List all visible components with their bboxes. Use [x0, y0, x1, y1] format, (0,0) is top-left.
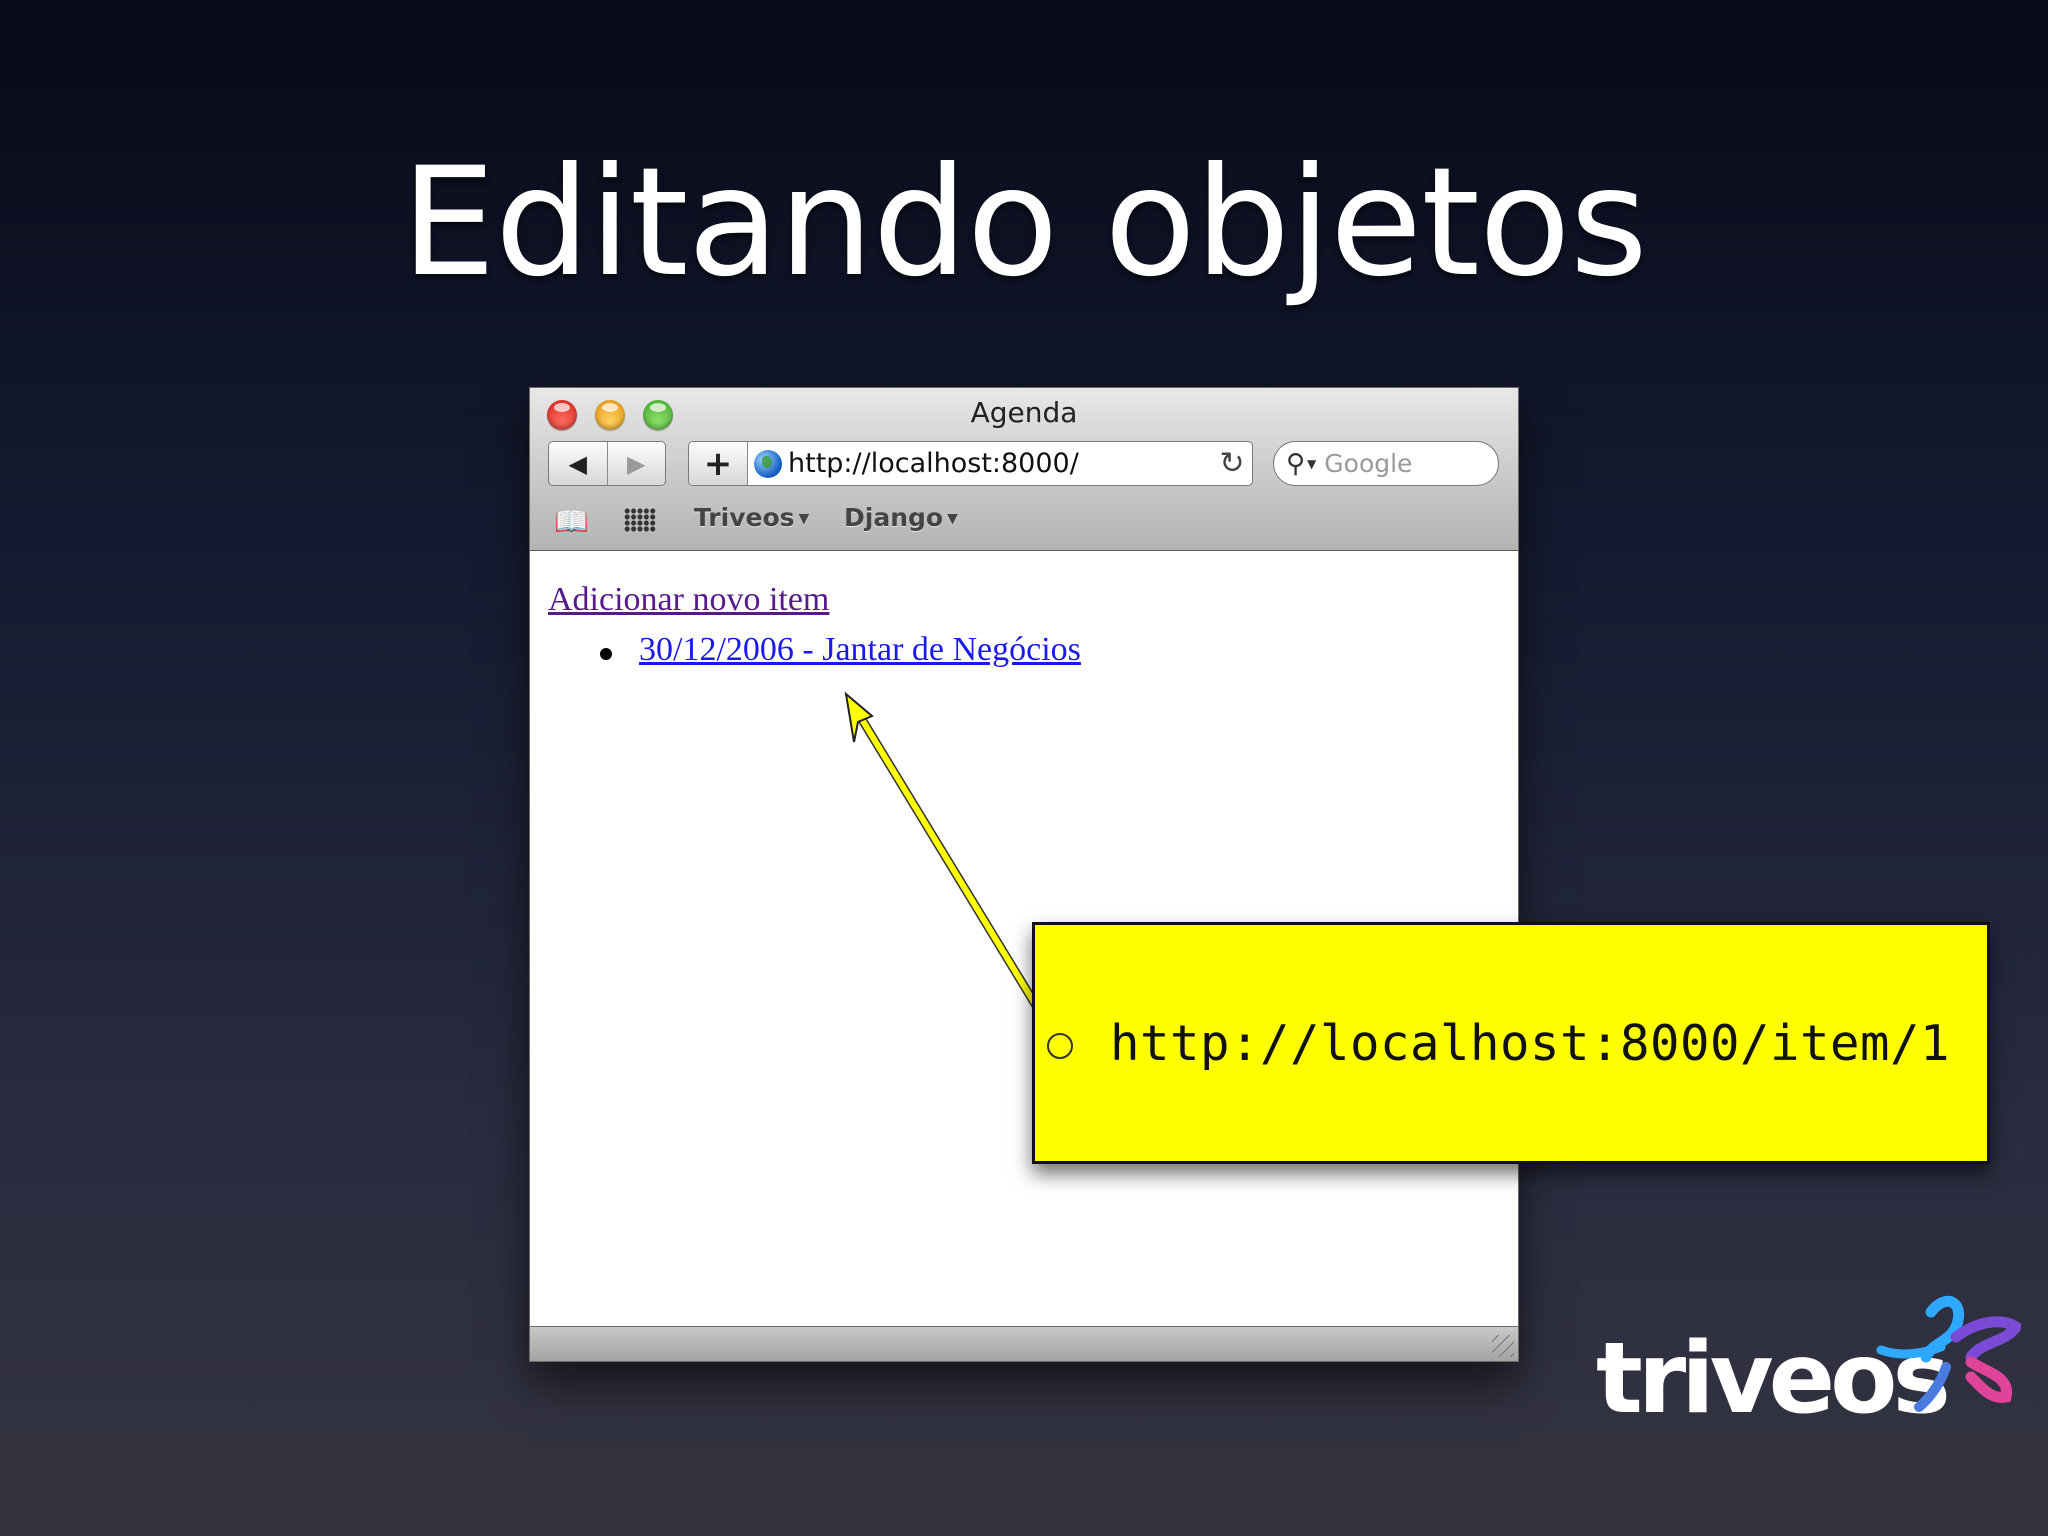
list-bullet — [600, 648, 612, 660]
reload-icon: ↻ — [1219, 446, 1245, 481]
chevron-down-icon: ▼ — [947, 511, 958, 527]
back-button[interactable]: ◀ — [549, 442, 608, 485]
resize-handle[interactable] — [1492, 1335, 1514, 1357]
navigation-buttons: ◀ ▶ — [548, 441, 666, 486]
chevron-down-icon: ▼ — [798, 511, 810, 527]
bookmark-django[interactable]: Django ▼ — [844, 503, 958, 532]
bookmark-triveos[interactable]: Triveos ▼ — [694, 503, 809, 532]
search-placeholder: Google — [1324, 449, 1413, 478]
forward-button[interactable]: ▶ — [608, 442, 666, 485]
reload-button[interactable]: ↻ — [1212, 446, 1252, 481]
add-item-link[interactable]: Adicionar novo item — [548, 581, 829, 619]
add-bookmark-button[interactable]: + — [689, 442, 748, 485]
callout-box: http://localhost:8000/item/1 — [1032, 922, 1990, 1164]
list-item-link[interactable]: 30/12/2006 - Jantar de Negócios — [639, 631, 1081, 669]
grid-icon[interactable] — [624, 508, 656, 532]
search-icon: ⚲ — [1286, 448, 1306, 479]
bookmark-label: Triveos — [694, 503, 795, 532]
search-input[interactable]: ⚲ ▼ Google — [1273, 441, 1499, 486]
callout-url-text: http://localhost:8000/item/1 — [1110, 1014, 1951, 1072]
forward-arrow-icon: ▶ — [627, 449, 646, 478]
browser-window: Agenda ◀ ▶ + http://localhost:8000/ ↻ ⚲ … — [529, 387, 1519, 1362]
logo-mark — [1876, 1295, 2021, 1412]
browser-toolbar: Agenda ◀ ▶ + http://localhost:8000/ ↻ ⚲ … — [530, 388, 1518, 551]
window-title: Agenda — [970, 396, 1078, 429]
globe-icon — [754, 449, 782, 478]
book-icon[interactable]: 📖 — [554, 505, 589, 538]
back-arrow-icon: ◀ — [568, 449, 587, 478]
slide-title: Editando objetos — [401, 136, 1648, 310]
triveos-logo: triveos — [1596, 1282, 2021, 1462]
status-bar — [530, 1326, 1518, 1361]
bookmark-label: Django — [844, 503, 944, 532]
chevron-down-icon: ▼ — [1307, 456, 1317, 471]
address-bar[interactable]: + http://localhost:8000/ ↻ — [688, 441, 1253, 486]
plus-icon: + — [703, 443, 733, 484]
url-field[interactable]: http://localhost:8000/ — [782, 448, 1212, 479]
